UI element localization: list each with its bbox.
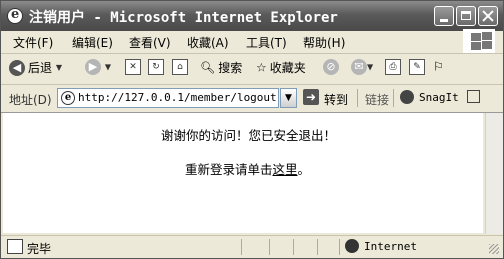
relogin-link[interactable]: 这里: [273, 162, 298, 177]
links-button[interactable]: 链接: [365, 91, 389, 108]
resize-grip[interactable]: [489, 244, 499, 254]
forward-button[interactable]: ▶ ▼: [85, 59, 111, 79]
favorites-button[interactable]: ☆ 收藏夹: [256, 59, 306, 79]
address-dropdown-button[interactable]: ▼: [280, 88, 297, 108]
status-bar: 完毕 Internet: [1, 235, 503, 259]
vertical-scrollbar[interactable]: [485, 113, 503, 234]
snagit-button[interactable]: SnagIt: [419, 91, 459, 104]
status-divider: [339, 239, 340, 255]
status-divider: [269, 239, 270, 255]
star-icon: ☆: [256, 60, 267, 75]
back-arrow-icon: ◀: [9, 59, 25, 76]
title-bar[interactable]: 注销用户 - Microsoft Internet Explorer: [1, 1, 503, 31]
status-text: 完毕: [27, 242, 52, 256]
home-button[interactable]: ⌂: [172, 59, 188, 79]
browser-window: 注销用户 - Microsoft Internet Explorer 文件(F)…: [0, 0, 504, 259]
status-divider: [317, 239, 318, 255]
refresh-icon: ↻: [148, 59, 164, 75]
forward-dropdown-icon[interactable]: ▼: [105, 63, 111, 72]
print-button[interactable]: ⎙: [385, 59, 401, 79]
menu-favorites[interactable]: 收藏(A): [187, 34, 229, 51]
menu-help[interactable]: 帮助(H): [303, 34, 345, 51]
logout-message: 谢谢你的访问！您已安全退出！: [161, 128, 337, 143]
page-content: 谢谢你的访问！您已安全退出！ 重新登录请单击这里。: [3, 113, 483, 233]
forward-arrow-icon: ▶: [85, 59, 101, 75]
menu-view[interactable]: 查看(V): [129, 34, 171, 51]
relogin-prefix: 重新登录请单击: [185, 162, 273, 177]
relogin-line: 重新登录请单击这里。: [185, 159, 310, 178]
search-button[interactable]: 🔍︎ 搜索: [200, 59, 242, 79]
history-button[interactable]: ⊘: [323, 59, 339, 79]
page-done-icon: [7, 239, 23, 254]
go-button[interactable]: 转到: [324, 91, 348, 108]
mail-button[interactable]: ✉ ▼: [351, 59, 373, 79]
window-title: 注销用户 - Microsoft Internet Explorer: [29, 10, 338, 26]
refresh-button[interactable]: ↻: [148, 59, 164, 79]
back-button[interactable]: ◀ 后退 ▼: [9, 59, 62, 79]
back-dropdown-icon[interactable]: ▼: [56, 63, 62, 72]
separator: [357, 89, 358, 107]
address-label: 地址(D): [9, 93, 52, 107]
status-divider: [241, 239, 242, 255]
edit-icon: ✎: [409, 59, 425, 75]
maximize-button[interactable]: [456, 6, 476, 26]
close-button[interactable]: [478, 6, 498, 26]
relogin-suffix: 。: [297, 162, 311, 177]
go-arrow-icon[interactable]: ➜: [303, 89, 319, 105]
search-icon: 🔍︎: [200, 60, 216, 75]
stop-button[interactable]: ✕: [125, 59, 141, 79]
menu-bar: 文件(F) 编辑(E) 查看(V) 收藏(A) 工具(T) 帮助(H): [1, 31, 503, 54]
address-url: http://127.0.0.1/member/logout.php: [78, 91, 278, 104]
menu-tools[interactable]: 工具(T): [246, 34, 287, 51]
security-zone: Internet: [364, 240, 417, 253]
menu-file[interactable]: 文件(F): [13, 34, 53, 51]
status-divider: [293, 239, 294, 255]
capture-icon[interactable]: [467, 90, 480, 103]
messenger-icon: ⚐: [433, 59, 444, 74]
edit-button[interactable]: ✎: [409, 59, 425, 79]
snagit-icon: [400, 90, 414, 104]
home-icon: ⌂: [172, 59, 188, 75]
minimize-button[interactable]: [434, 6, 454, 26]
standard-toolbar: ◀ 后退 ▼ ▶ ▼ ✕ ↻ ⌂ 🔍︎ 搜索 ☆ 收藏夹 ⊘ ✉ ▼ ⎙ ✎ ⚐: [1, 54, 503, 85]
address-input[interactable]: e http://127.0.0.1/member/logout.php: [57, 88, 279, 108]
printer-icon: ⎙: [385, 59, 401, 75]
windows-flag-icon: [463, 29, 495, 53]
separator: [393, 89, 394, 107]
stop-icon: ✕: [125, 59, 141, 75]
page-icon: e: [61, 91, 75, 105]
menu-edit[interactable]: 编辑(E): [72, 34, 113, 51]
ie-logo-icon: [7, 7, 23, 24]
history-icon: ⊘: [323, 59, 339, 75]
internet-zone-icon: [345, 239, 359, 253]
mail-icon: ✉: [351, 59, 367, 75]
messenger-button[interactable]: ⚐: [433, 59, 444, 79]
address-bar: 地址(D) e http://127.0.0.1/member/logout.p…: [1, 85, 503, 113]
